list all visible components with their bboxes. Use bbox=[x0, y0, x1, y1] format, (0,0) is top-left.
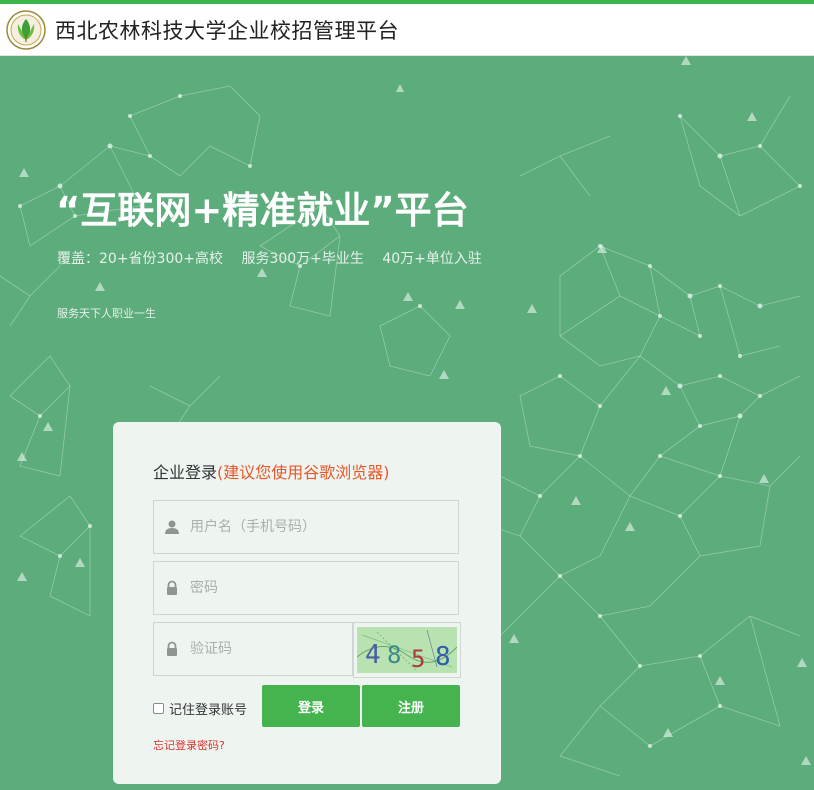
hero-stat-employers: 40万+单位入驻 bbox=[382, 251, 482, 267]
login-heading: 企业登录(建议您使用谷歌浏览器) bbox=[153, 459, 390, 483]
site-title: 西北农林科技大学企业校招管理平台 bbox=[55, 18, 399, 43]
browser-recommendation: (建议您使用谷歌浏览器) bbox=[217, 463, 390, 482]
captcha-char-3: 5 bbox=[411, 645, 425, 673]
hero-stats: 覆盖：20+省份300+高校 服务300万+毕业生 40万+单位入驻 bbox=[57, 248, 496, 268]
login-title: 企业登录 bbox=[153, 463, 218, 482]
hero-stat-coverage: 覆盖：20+省份300+高校 bbox=[57, 251, 223, 267]
captcha-input[interactable] bbox=[190, 641, 330, 657]
user-icon bbox=[165, 520, 179, 534]
hero-tagline: 服务天下人职业一生 bbox=[57, 307, 156, 320]
captcha-char-1: 4 bbox=[365, 640, 381, 670]
forgot-password-link[interactable]: 忘记登录密码? bbox=[153, 737, 225, 753]
site-header: 西北农林科技大学企业校招管理平台 bbox=[0, 4, 814, 56]
captcha-graphic: 4 8 5 8 bbox=[357, 627, 457, 673]
password-field[interactable] bbox=[153, 561, 459, 615]
hero-stat-graduates: 服务300万+毕业生 bbox=[241, 251, 364, 267]
lock-icon bbox=[167, 580, 177, 595]
hero-title: “互联网+精准就业”平台 bbox=[56, 189, 469, 232]
captcha-char-4: 8 bbox=[435, 642, 451, 672]
university-seal-icon bbox=[6, 9, 46, 50]
login-button[interactable]: 登录 bbox=[262, 685, 360, 727]
lock-icon bbox=[167, 641, 177, 656]
register-button[interactable]: 注册 bbox=[362, 685, 460, 727]
login-card: 企业登录(建议您使用谷歌浏览器) 4 8 5 bbox=[113, 422, 501, 784]
captcha-field[interactable] bbox=[153, 622, 353, 676]
password-input[interactable] bbox=[190, 580, 420, 596]
remember-account[interactable]: 记住登录账号 bbox=[153, 699, 247, 718]
remember-label: 记住登录账号 bbox=[169, 703, 248, 718]
remember-checkbox[interactable] bbox=[153, 703, 164, 714]
username-field[interactable] bbox=[153, 500, 459, 554]
username-input[interactable] bbox=[190, 519, 420, 535]
captcha-char-2: 8 bbox=[387, 641, 401, 669]
captcha-image[interactable]: 4 8 5 8 bbox=[353, 622, 461, 678]
